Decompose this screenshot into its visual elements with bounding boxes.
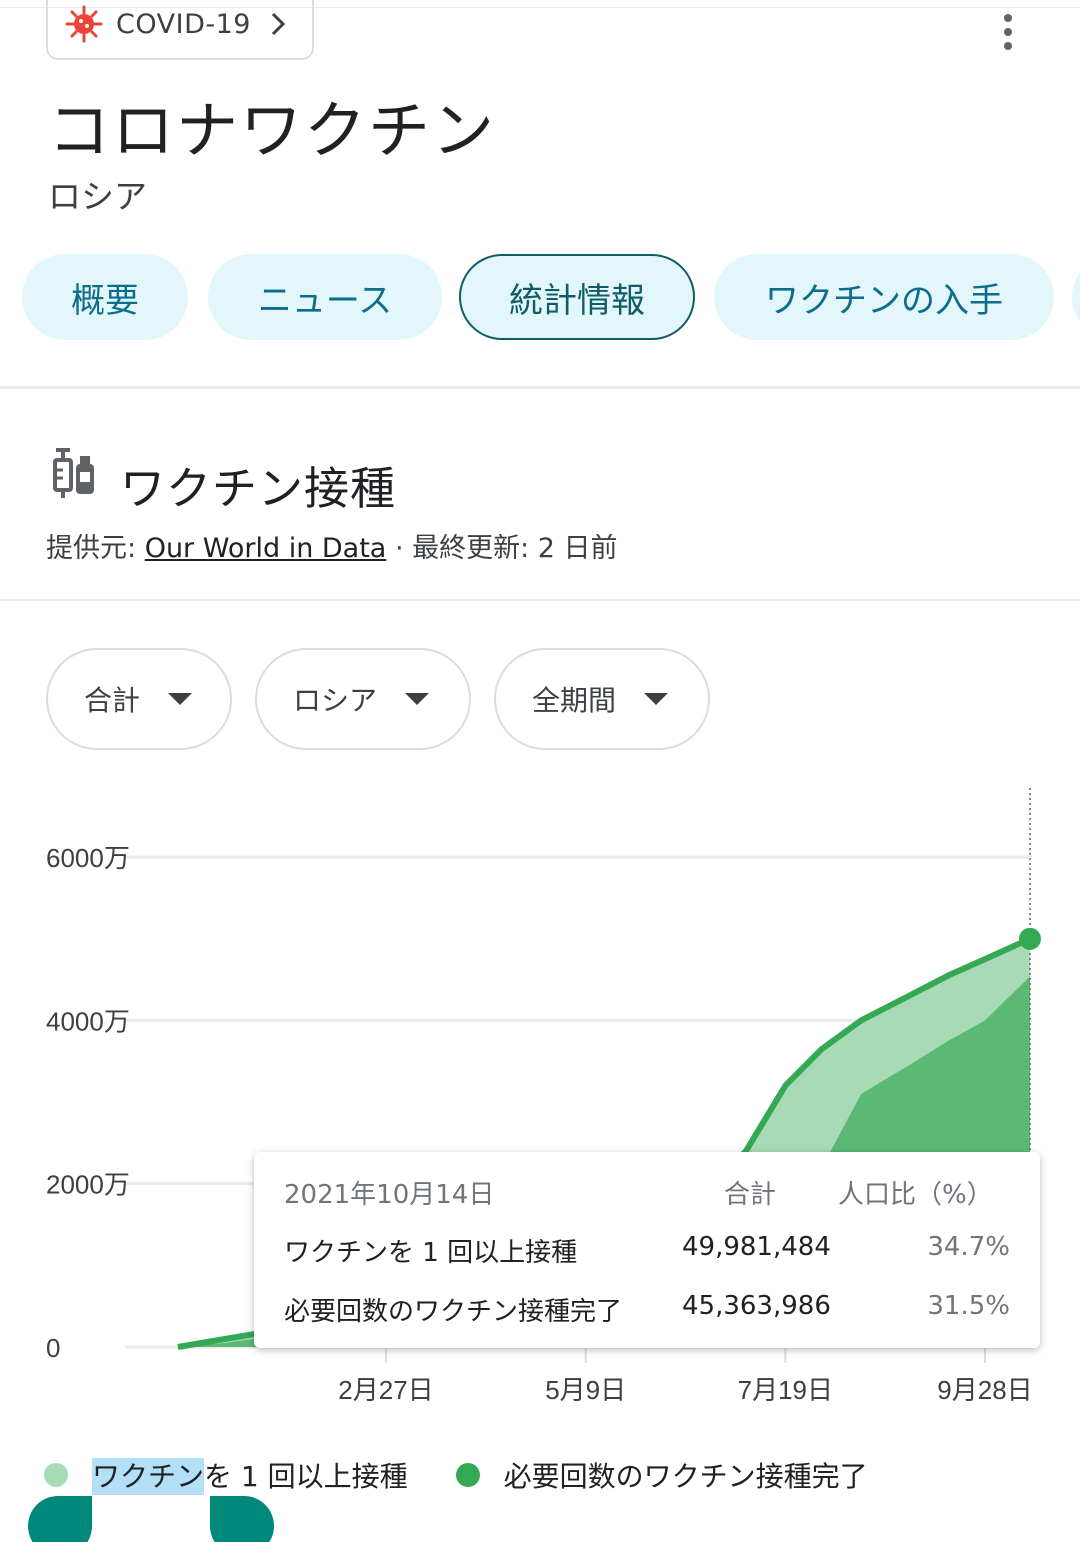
y-tick-label: 6000万 [46, 843, 130, 873]
chart-tooltip: 2021年10月14日 合計 人口比（%） ワクチンを 1 回以上接種 49,9… [254, 1152, 1040, 1348]
legend-label: 必要回数のワクチン接種完了 [503, 1460, 868, 1493]
tooltip-header-total: 合計 [724, 1180, 777, 1210]
tooltip-row-value: 45,363,986 [682, 1291, 831, 1321]
covid-chip-label: COVID-19 [116, 8, 251, 40]
x-tick-label: 2月27日 [338, 1375, 433, 1405]
source-line: 提供元: Our World in Data · 最終更新: 2 日前 [46, 526, 618, 565]
tooltip-row-name: ワクチンを 1 回以上接種 [284, 1238, 578, 1268]
tooltip-header-percent: 人口比（%） [838, 1180, 993, 1210]
more-dot-icon [1004, 42, 1012, 50]
text-selection-handle-start[interactable] [28, 1496, 92, 1542]
filter-metric-dropdown[interactable]: 合計 [46, 648, 232, 750]
tooltip-date: 2021年10月14日 [284, 1180, 495, 1210]
dropdown-arrow-icon [644, 693, 669, 705]
y-tick-label: 0 [46, 1333, 60, 1363]
chart-legend: ワクチンを 1 回以上接種 必要回数のワクチン接種完了 [44, 1452, 916, 1498]
tab-get-vaccine[interactable]: ワクチンの入手 [714, 254, 1054, 340]
more-dot-icon [1004, 28, 1012, 36]
tooltip-row-name: 必要回数のワクチン接種完了 [284, 1297, 623, 1327]
dropdown-arrow-icon [405, 693, 430, 705]
tooltip-row-value: 49,981,484 [682, 1232, 831, 1262]
tooltip-row-percent: 34.7% [927, 1232, 1010, 1262]
virus-icon [65, 5, 103, 43]
more-options-button[interactable] [990, 12, 1026, 52]
filter-metric-label: 合計 [84, 684, 141, 717]
tab-news[interactable]: ニュース [208, 254, 442, 340]
filter-period-label: 全期間 [532, 684, 617, 717]
page-title: コロナワクチン [48, 94, 497, 167]
tab-overview[interactable]: 概要 [22, 254, 188, 340]
legend-label: ワクチンを 1 回以上接種 [92, 1455, 408, 1495]
chevron-right-icon [271, 12, 286, 36]
y-tick-label: 4000万 [46, 1006, 130, 1036]
tooltip-row-percent: 31.5% [927, 1291, 1010, 1321]
tab-next-partial[interactable] [1072, 254, 1080, 340]
divider [0, 599, 1080, 601]
text-selection-handle-end[interactable] [210, 1496, 274, 1542]
vaccine-syringe-icon [53, 448, 94, 498]
y-tick-label: 2000万 [46, 1170, 130, 1200]
source-prefix: 提供元: [46, 533, 145, 564]
legend-text-rest: を 1 回以上接種 [204, 1460, 408, 1493]
dropdown-arrow-icon [168, 693, 193, 705]
tab-statistics[interactable]: 統計情報 [459, 254, 695, 340]
x-tick-label: 7月19日 [738, 1375, 833, 1405]
covid-topic-chip[interactable]: COVID-19 [46, 0, 314, 60]
legend-swatch [455, 1463, 480, 1487]
x-tick-label: 9月28日 [937, 1375, 1032, 1405]
section-title: ワクチン接種 [120, 462, 397, 515]
filter-region-label: ロシア [293, 684, 378, 717]
legend-swatch [44, 1463, 68, 1487]
last-updated: · 最終更新: 2 日前 [386, 533, 618, 564]
filter-region-dropdown[interactable]: ロシア [255, 648, 471, 750]
more-dot-icon [1004, 14, 1012, 22]
legend-item-first-dose[interactable]: ワクチンを 1 回以上接種 [44, 1455, 408, 1495]
source-link[interactable]: Our World in Data [145, 533, 387, 564]
x-tick-label: 5月9日 [545, 1375, 626, 1405]
divider [0, 386, 1080, 389]
legend-item-fully-vaccinated[interactable]: 必要回数のワクチン接種完了 [455, 1455, 868, 1495]
hover-point [1018, 927, 1041, 950]
tab-bar: 概要 ニュース 統計情報 ワクチンの入手 [22, 254, 1080, 340]
tooltip-row-fully-vaccinated: 必要回数のワクチン接種完了 45,363,986 31.5% [284, 1291, 1010, 1327]
filter-period-dropdown[interactable]: 全期間 [494, 648, 710, 750]
tooltip-row-first-dose: ワクチンを 1 回以上接種 49,981,484 34.7% [284, 1232, 1010, 1268]
page-subtitle: ロシア [48, 177, 147, 216]
legend-selected-text: ワクチン [92, 1458, 205, 1495]
